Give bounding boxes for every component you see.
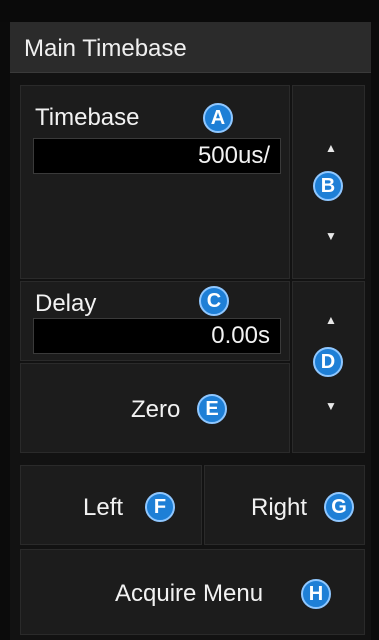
badge-f: F bbox=[145, 492, 175, 522]
right-label: Right bbox=[251, 494, 308, 521]
badge-b: B bbox=[313, 171, 343, 201]
timebase-adjust[interactable]: ▲ B ▼ bbox=[292, 85, 365, 279]
delay-control[interactable]: Delay C 0.00s bbox=[20, 281, 290, 361]
left-label: Left bbox=[83, 494, 124, 521]
menu-header: Main Timebase bbox=[10, 22, 371, 73]
arrow-up-icon[interactable]: ▲ bbox=[325, 314, 337, 326]
top-strip bbox=[0, 0, 379, 22]
delay-adjust[interactable]: ▲ D ▼ bbox=[292, 281, 365, 453]
menu-title: Main Timebase bbox=[24, 35, 187, 62]
badge-h: H bbox=[301, 579, 331, 609]
acquire-menu-button[interactable]: Acquire Menu H bbox=[20, 549, 365, 635]
badge-g: G bbox=[324, 492, 354, 522]
badge-c: C bbox=[199, 286, 229, 316]
acquire-menu-label: Acquire Menu bbox=[115, 580, 264, 607]
arrow-down-icon[interactable]: ▼ bbox=[325, 400, 337, 412]
zero-button[interactable]: Zero E bbox=[20, 363, 290, 453]
timebase-label: Timebase bbox=[35, 104, 140, 131]
right-button[interactable]: Right G bbox=[204, 465, 365, 545]
delay-label: Delay bbox=[35, 290, 97, 317]
zero-label: Zero bbox=[131, 396, 181, 423]
delay-value: 0.00s bbox=[33, 318, 281, 354]
timebase-value: 500us/ bbox=[33, 138, 281, 174]
badge-e: E bbox=[197, 394, 227, 424]
left-button[interactable]: Left F bbox=[20, 465, 202, 545]
timebase-panel: Timebase A 500us/ ▲ B ▼ Delay C 0.00s Ze… bbox=[10, 73, 371, 640]
timebase-control[interactable]: Timebase A 500us/ bbox=[20, 85, 290, 279]
badge-a: A bbox=[203, 103, 233, 133]
arrow-down-icon[interactable]: ▼ bbox=[325, 230, 337, 242]
arrow-up-icon[interactable]: ▲ bbox=[325, 142, 337, 154]
badge-d: D bbox=[313, 347, 343, 377]
